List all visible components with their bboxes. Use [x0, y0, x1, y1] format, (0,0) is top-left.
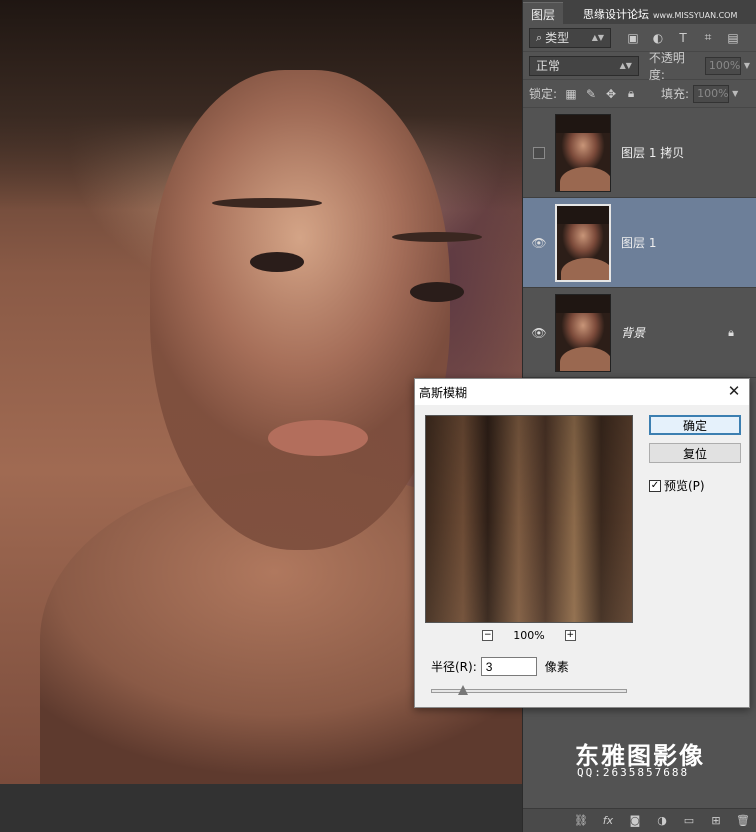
lock-icon: 🔒︎ — [728, 325, 734, 339]
fill-field[interactable]: 100% — [693, 84, 730, 103]
layer-kind-filter[interactable]: ⌕ 类型 ▲▼ — [529, 27, 611, 48]
lock-brush-icon[interactable]: ✎ — [583, 86, 599, 102]
visibility-toggle[interactable]: 👁︎ — [523, 198, 555, 288]
lock-move-icon[interactable]: ✥ — [603, 86, 619, 102]
dialog-title: 高斯模糊 — [419, 385, 468, 400]
layer-filter-row: ⌕ 类型 ▲▼ ▣ ◐ T ⌗ ▤ — [523, 24, 756, 52]
zoom-in-button[interactable]: + — [564, 630, 576, 641]
dialog-title-bar[interactable]: 高斯模糊 ✕ — [415, 379, 749, 405]
tab-layers[interactable]: 图层 — [523, 2, 564, 24]
gaussian-blur-dialog: 高斯模糊 ✕ − 100% + 确定 复位 ✓ 预览(P) 半径(R): 像素 — [414, 378, 750, 708]
lock-label: 锁定: — [529, 87, 558, 101]
chevron-down-icon: ▲▼ — [591, 33, 604, 42]
radius-label: 半径(R): — [431, 660, 477, 674]
canvas-photo-left-eye — [250, 252, 304, 272]
radius-unit: 像素 — [544, 660, 569, 674]
canvas-photo-right-brow — [392, 232, 482, 242]
blur-preview[interactable] — [425, 415, 633, 623]
canvas-photo-lips — [268, 420, 368, 456]
visibility-toggle[interactable]: 👁︎ — [523, 288, 555, 378]
canvas-photo-face — [150, 70, 450, 550]
reset-button[interactable]: 复位 — [649, 443, 741, 463]
watermark-forum-name: 思缘设计论坛 — [583, 8, 649, 21]
layer-name[interactable]: 图层 1 — [621, 234, 656, 251]
adjustment-filter-icon[interactable]: ◐ — [650, 30, 666, 46]
layer-name[interactable]: 图层 1 拷贝 — [621, 144, 684, 161]
type-filter-icon[interactable]: T — [675, 30, 691, 46]
layer-thumbnail — [555, 113, 611, 192]
opacity-dropdown-icon[interactable]: ▼ — [744, 61, 750, 70]
new-adjustment-icon[interactable]: ◑ — [654, 813, 670, 829]
lock-transparent-icon[interactable]: ▦ — [563, 86, 579, 102]
link-layers-icon[interactable]: ⛓ — [573, 813, 589, 829]
radius-slider-handle[interactable] — [458, 685, 469, 695]
preview-label[interactable]: 预览(P) — [664, 477, 705, 494]
layer-style-fx-icon[interactable]: fx — [600, 813, 616, 829]
lock-row: 锁定: ▦ ✎ ✥ 🔒︎ 填充: 100% ▼ — [523, 80, 756, 108]
watermark-forum-site: www.MISSYUAN.COM — [653, 11, 738, 20]
opacity-field[interactable]: 100% — [704, 56, 741, 75]
canvas-photo-right-eye — [410, 282, 464, 302]
layer-row-layer1[interactable]: 👁︎ 图层 1 — [523, 198, 756, 288]
watermark-forum: 思缘设计论坛 www.MISSYUAN.COM — [583, 6, 737, 22]
layer-thumbnail — [555, 293, 611, 372]
new-layer-icon[interactable]: ⊞ — [708, 813, 724, 829]
blend-row: 正常 ▲▼ 不透明度: 100% ▼ — [523, 50, 756, 82]
opacity-label: 不透明度: — [648, 50, 685, 82]
layer-kind-filter-value: 类型 — [545, 31, 570, 45]
ok-button[interactable]: 确定 — [649, 415, 741, 435]
zoom-controls: − 100% + — [425, 629, 633, 642]
close-icon[interactable]: ✕ — [725, 382, 743, 400]
layer-row-copy[interactable]: 图层 1 拷贝 — [523, 108, 756, 198]
search-icon: ⌕ — [536, 30, 543, 44]
blend-mode-value: 正常 — [536, 59, 561, 73]
preview-checkbox-row[interactable]: ✓ 预览(P) — [649, 477, 705, 494]
zoom-out-button[interactable]: − — [482, 630, 494, 641]
smart-object-filter-icon[interactable]: ▤ — [725, 30, 741, 46]
layer-row-background[interactable]: 👁︎ 背景 🔒︎ — [523, 288, 756, 378]
blend-mode-select[interactable]: 正常 ▲▼ — [529, 55, 639, 76]
new-group-folder-icon[interactable]: ▭ — [681, 813, 697, 829]
fill-dropdown-icon[interactable]: ▼ — [732, 89, 738, 98]
radius-input[interactable] — [480, 657, 537, 676]
image-filter-icon[interactable]: ▣ — [625, 30, 641, 46]
layer-thumbnail — [555, 203, 611, 282]
preview-checkbox[interactable]: ✓ — [649, 479, 661, 492]
lock-all-icon[interactable]: 🔒︎ — [623, 86, 639, 102]
hidden-visibility-box[interactable] — [533, 146, 545, 159]
eye-icon[interactable]: 👁︎ — [531, 236, 546, 250]
zoom-level: 100% — [513, 629, 545, 642]
layer-name[interactable]: 背景 — [621, 324, 645, 341]
add-mask-icon[interactable]: ◙ — [627, 813, 643, 829]
visibility-toggle[interactable] — [523, 108, 555, 198]
radius-row: 半径(R): 像素 — [431, 657, 569, 676]
chevron-down-icon: ▲▼ — [619, 61, 632, 70]
fill-label: 填充: — [661, 87, 690, 101]
canvas-photo-left-brow — [212, 198, 322, 208]
status-bar — [0, 784, 522, 832]
watermark-qq: QQ:2635857688 — [577, 766, 690, 779]
eye-icon[interactable]: 👁︎ — [531, 326, 546, 340]
delete-layer-trash-icon[interactable]: 🗑︎ — [735, 813, 751, 829]
radius-slider[interactable] — [431, 685, 627, 695]
shape-filter-icon[interactable]: ⌗ — [700, 30, 716, 46]
layers-panel-footer: ⛓ fx ◙ ◑ ▭ ⊞ 🗑︎ — [523, 808, 756, 832]
photoshop-window: 图层 思缘设计论坛 www.MISSYUAN.COM ⌕ 类型 ▲▼ ▣ ◐ T … — [0, 0, 756, 832]
